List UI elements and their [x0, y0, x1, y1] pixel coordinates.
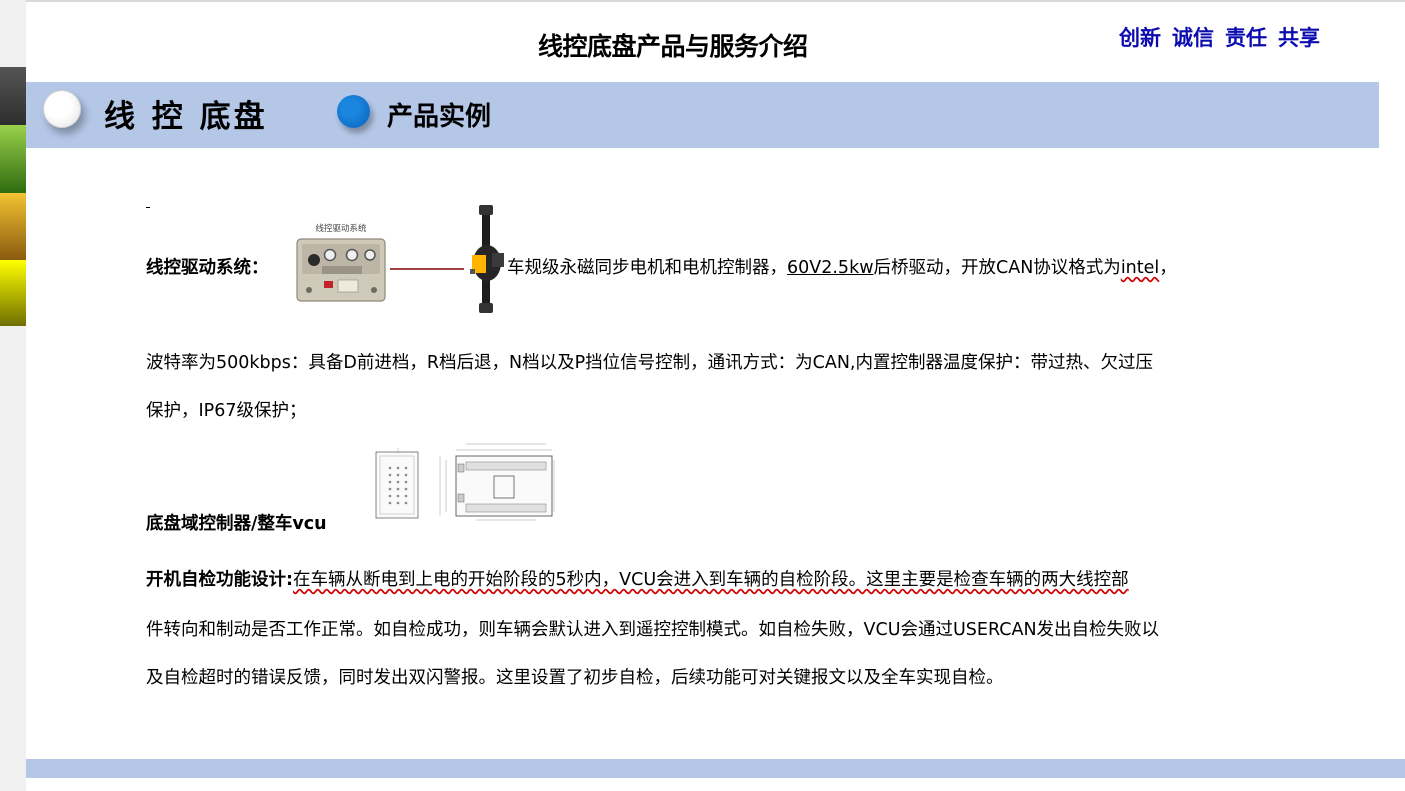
- selfcheck-text-1: 在车辆从断电到上电的开始阶段的5秒内，VCU会进入到车辆的自检阶段。这里主要是检…: [293, 570, 1129, 590]
- motto-item: 共享: [1278, 26, 1320, 50]
- side-stripe-green: [0, 125, 26, 193]
- page-title: 线控底盘产品与服务介绍: [538, 32, 808, 61]
- motto-item: 诚信: [1172, 26, 1214, 50]
- vcu-front-drawing: [375, 448, 419, 519]
- drive-line-2: 波特率为500kbps：具备D前进档，R档后退，N档以及P挡位信号控制，通讯方式…: [146, 353, 1153, 373]
- drive-line-1-end: ，: [1159, 258, 1177, 278]
- side-stripe-dark: [0, 67, 26, 125]
- blue-circle-icon: [337, 95, 370, 128]
- vcu-side-drawing: [439, 443, 555, 521]
- banner-title: 线 控 底盘: [104, 99, 268, 135]
- drive-intel: intel: [1120, 258, 1160, 278]
- drive-line-3: 保护，IP67级保护；: [146, 401, 307, 421]
- side-stripe-yellow: [0, 260, 26, 326]
- selfcheck-line-2: 件转向和制动是否工作正常。如自检成功，则车辆会默认进入到遥控控制模式。如自检失败…: [146, 620, 1160, 640]
- rear-axle-image: [470, 205, 504, 313]
- vcu-label: 底盘域控制器/整车vcu: [146, 514, 327, 534]
- drive-line-1-middle: 后桥驱动，开放CAN协议格式为: [873, 258, 1121, 278]
- motto-item: 创新: [1119, 26, 1161, 50]
- side-stripe-orange: [0, 193, 26, 260]
- motto: 创新 诚信 责任 共享: [1119, 22, 1320, 52]
- drive-line-1: 车规级永磁同步电机和电机控制器，60V2.5kw后桥驱动，开放CAN协议格式为i…: [507, 254, 1177, 279]
- drive-line-1-prefix: 车规级永磁同步电机和电机控制器，: [507, 258, 787, 278]
- selfcheck-line-3: 及自检超时的错误反馈，同时发出双闪警报。这里设置了初步自检，后续功能可对关键报文…: [146, 668, 1004, 688]
- drive-controller-image: 线控驱动系统: [296, 223, 386, 302]
- selfcheck-line-1: 开机自检功能设计:在车辆从断电到上电的开始阶段的5秒内，VCU会进入到车辆的自检…: [146, 566, 1129, 591]
- white-circle-icon: [43, 90, 81, 128]
- drive-system-label: 线控驱动系统：: [146, 258, 269, 278]
- top-border: [26, 0, 1405, 2]
- text-cursor-mark: [146, 207, 150, 208]
- drive-controller-caption: 线控驱动系统: [315, 223, 367, 234]
- drive-spec: 60V2.5kw: [787, 258, 874, 278]
- motto-item: 责任: [1225, 26, 1267, 50]
- connector-line: [390, 268, 464, 270]
- footer-band: [26, 759, 1405, 778]
- banner-subtitle: 产品实例: [387, 102, 492, 132]
- selfcheck-label: 开机自检功能设计:: [146, 570, 293, 590]
